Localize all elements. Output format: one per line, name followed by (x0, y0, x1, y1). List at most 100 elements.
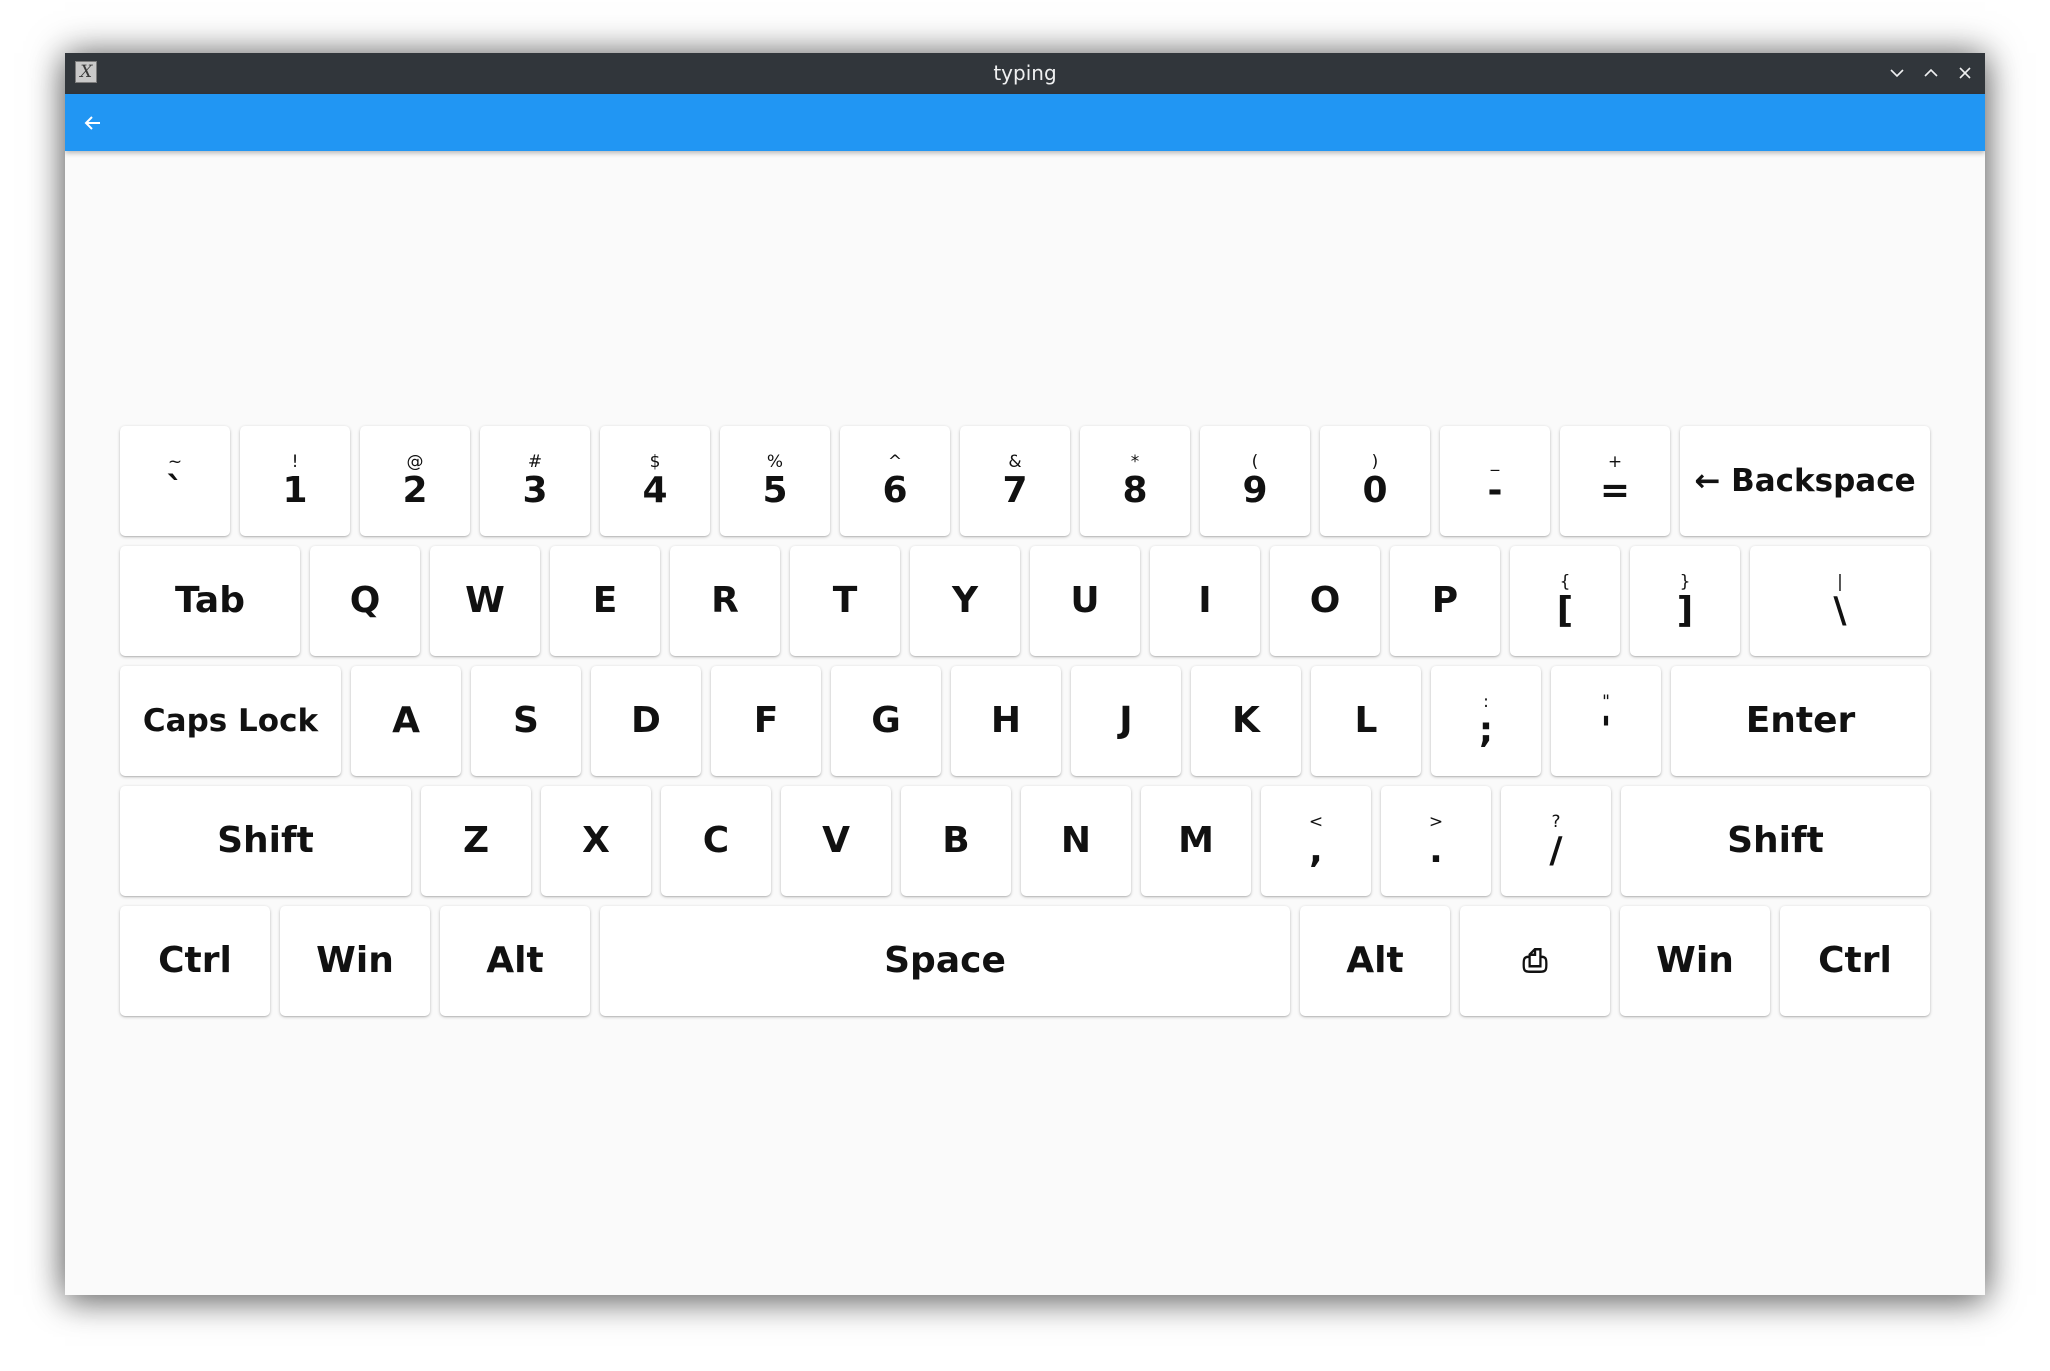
key-label: W (465, 580, 505, 621)
key-d[interactable]: D (591, 666, 701, 776)
keyboard-row-numbers: ~ ` ! 1 @2 #3 $4 % 5 ^ 6 & 7 * 8 (9 ) 0 _ - + = ←… (120, 426, 1930, 536)
key-label: D (631, 700, 661, 741)
key-e[interactable]: E (550, 546, 660, 656)
key-n[interactable]: N (1021, 786, 1131, 896)
title-bar: X typing (65, 53, 1985, 94)
key-2[interactable]: @2 (360, 426, 470, 536)
key-x[interactable]: X (541, 786, 651, 896)
key-f[interactable]: F (711, 666, 821, 776)
key-1[interactable]: ! 1 (240, 426, 350, 536)
key-4[interactable]: $4 (600, 426, 710, 536)
key-main-char: . (1429, 830, 1443, 871)
key-menu[interactable]: ⎙ (1460, 906, 1610, 1016)
maximize-button[interactable] (1919, 61, 1943, 85)
key-backtick[interactable]: ~ ` (120, 426, 230, 536)
key-label: Space (884, 940, 1006, 981)
key-t[interactable]: T (790, 546, 900, 656)
key-semicolon[interactable]: :; (1431, 666, 1541, 776)
app-window: X typing ~ ` ! 1 @ 2 # 3 $ 4 % 5 ^ 6 & 7… (65, 53, 1985, 1295)
keyboard-row-modifiers: Ctrl Win Alt Space Alt ⎙ Win Ctrl (120, 906, 1930, 1016)
key-q[interactable]: Q (310, 546, 420, 656)
key-m[interactable]: M (1141, 786, 1251, 896)
key-b[interactable]: B (901, 786, 1011, 896)
key-8[interactable]: * 8 (1080, 426, 1190, 536)
key-shift-char: : (1483, 692, 1489, 712)
key-shift-char: % (766, 452, 784, 472)
key-shift-char: ^ (887, 452, 903, 472)
key-main-char: 5 (762, 470, 788, 511)
keyboard-row-qwerty: Tab Q W E R T Y U I O P {[ }] | \ (120, 546, 1930, 656)
key-enter[interactable]: Enter (1671, 666, 1930, 776)
key-backslash[interactable]: | \ (1750, 546, 1930, 656)
arrow-left-icon (84, 116, 100, 130)
key-0[interactable]: ) 0 (1320, 426, 1430, 536)
key-v[interactable]: V (781, 786, 891, 896)
key-period[interactable]: >. (1381, 786, 1491, 896)
key-z[interactable]: Z (421, 786, 531, 896)
key-label: R (711, 580, 739, 621)
key-main-char: 2 (402, 470, 428, 511)
key-main-char: 8 (1122, 470, 1148, 511)
key-right-win[interactable]: Win (1620, 906, 1770, 1016)
menu-key-icon: ⎙ (1522, 943, 1548, 979)
key-quote[interactable]: " ' (1551, 666, 1661, 776)
keyboard-row-home: Caps Lock A S D F G H J K L :; " ' Enter (120, 666, 1930, 776)
key-right-bracket[interactable]: }] (1630, 546, 1740, 656)
key-p[interactable]: P (1390, 546, 1500, 656)
key-minus[interactable]: _ - (1440, 426, 1550, 536)
key-5[interactable]: % 5 (720, 426, 830, 536)
key-right-alt[interactable]: Alt (1300, 906, 1450, 1016)
key-main-char: , (1309, 830, 1323, 871)
key-slash[interactable]: ? / (1501, 786, 1611, 896)
key-k[interactable]: K (1191, 666, 1301, 776)
key-3[interactable]: #3 (480, 426, 590, 536)
key-9[interactable]: (9 (1200, 426, 1310, 536)
key-g[interactable]: G (831, 666, 941, 776)
key-y[interactable]: Y (910, 546, 1020, 656)
key-label: V (822, 820, 850, 861)
close-button[interactable] (1953, 61, 1977, 85)
key-i[interactable]: I (1150, 546, 1260, 656)
key-right-shift[interactable]: Shift (1621, 786, 1930, 896)
key-s[interactable]: S (471, 666, 581, 776)
key-shift-char: ~ (167, 452, 183, 472)
key-shift-char: | (1837, 572, 1843, 592)
key-w[interactable]: W (430, 546, 540, 656)
key-label: Ctrl (1818, 940, 1892, 981)
key-c[interactable]: C (661, 786, 771, 896)
key-comma[interactable]: <, (1261, 786, 1371, 896)
keyboard-row-bottom-letters: Shift Z X C V B N M <, >. ? / Shift (120, 786, 1930, 896)
key-right-ctrl[interactable]: Ctrl (1780, 906, 1930, 1016)
key-l[interactable]: L (1311, 666, 1421, 776)
key-caps-lock[interactable]: Caps Lock (120, 666, 341, 776)
key-shift-char: @ (406, 452, 424, 472)
minimize-button[interactable] (1885, 61, 1909, 85)
key-tab[interactable]: Tab (120, 546, 300, 656)
key-left-alt[interactable]: Alt (440, 906, 590, 1016)
key-label: Y (951, 580, 979, 621)
key-shift-char: < (1308, 812, 1324, 832)
key-u[interactable]: U (1030, 546, 1140, 656)
key-backspace[interactable]: ← Backspace (1680, 426, 1930, 536)
key-space[interactable]: Space (600, 906, 1290, 1016)
key-left-bracket[interactable]: {[ (1510, 546, 1620, 656)
key-6[interactable]: ^ 6 (840, 426, 950, 536)
key-o[interactable]: O (1270, 546, 1380, 656)
key-shift-char: ! (291, 452, 299, 472)
key-j[interactable]: J (1071, 666, 1181, 776)
key-equals[interactable]: + = (1560, 426, 1670, 536)
key-shift-char: { (1559, 572, 1571, 592)
key-label: T (832, 580, 858, 621)
key-r[interactable]: R (670, 546, 780, 656)
key-left-shift[interactable]: Shift (120, 786, 411, 896)
key-label: N (1060, 820, 1092, 861)
key-a[interactable]: A (351, 666, 461, 776)
key-shift-char: + (1607, 452, 1623, 472)
key-h[interactable]: H (951, 666, 1061, 776)
key-main-char: 6 (882, 470, 908, 511)
key-left-ctrl[interactable]: Ctrl (120, 906, 270, 1016)
back-button[interactable] (78, 108, 108, 138)
key-7[interactable]: & 7 (960, 426, 1070, 536)
key-left-win[interactable]: Win (280, 906, 430, 1016)
key-label: Alt (486, 940, 544, 981)
